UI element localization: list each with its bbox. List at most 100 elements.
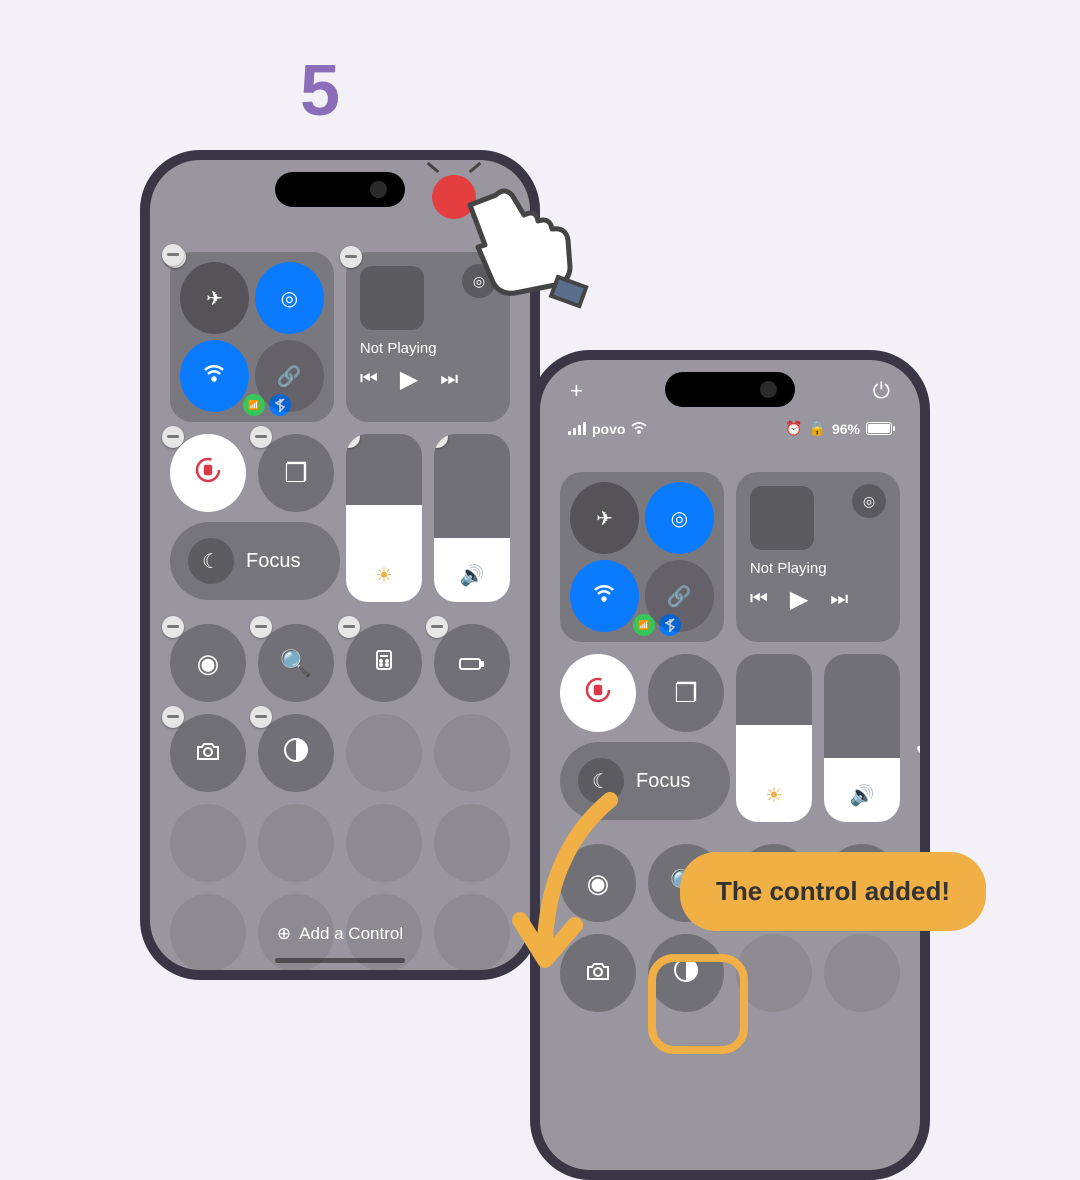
calculator-button[interactable]	[346, 624, 422, 702]
rewind-button[interactable]: ⏮	[750, 588, 768, 611]
album-art-placeholder	[750, 486, 814, 550]
magnifier-button[interactable]: 🔍	[258, 624, 334, 702]
airplane-mode-button[interactable]: ✈	[180, 262, 249, 334]
empty-slot[interactable]	[170, 894, 246, 972]
wifi-icon	[592, 581, 616, 611]
empty-slot[interactable]	[434, 714, 510, 792]
volume-slider[interactable]: 🔊	[824, 654, 900, 822]
screen-mirroring-button[interactable]: ❐	[648, 654, 724, 732]
connectivity-module[interactable]: ✈ ◎ 📶 🔗	[560, 472, 724, 642]
wifi-button[interactable]: 📶	[570, 560, 639, 632]
connectivity-module[interactable]: ✈ ◎ 📶 🔗	[170, 252, 334, 422]
remove-badge[interactable]	[162, 426, 184, 448]
lock-rotation-icon	[192, 454, 224, 493]
airdrop-icon: ◎	[281, 286, 298, 311]
speaker-icon: 🔊	[850, 783, 875, 808]
wifi-button[interactable]: 📶	[180, 340, 249, 412]
callout-bubble: The control added!	[680, 852, 986, 931]
lock-rotation-icon	[582, 674, 614, 713]
remove-badge[interactable]	[250, 706, 272, 728]
magnifier-icon: 🔍	[280, 648, 312, 679]
rewind-button[interactable]: ⏮	[360, 368, 378, 391]
airplane-mode-button[interactable]: ✈	[570, 482, 639, 554]
brightness-slider[interactable]: ☀	[346, 434, 422, 602]
airplay-button[interactable]: ◎	[852, 484, 886, 518]
orientation-lock-button[interactable]	[170, 434, 246, 512]
empty-slot[interactable]	[434, 804, 510, 882]
remove-badge[interactable]	[340, 246, 362, 268]
phone-screenshot-result: + ⏻ povo ⏰ 🔒 96% ♥ ✈	[530, 350, 930, 1180]
status-right: ⏰ 🔒 96%	[785, 420, 892, 437]
wifi-icon	[202, 361, 226, 391]
focus-label: Focus	[636, 770, 690, 793]
callout-text: The control added!	[716, 876, 950, 906]
battery-percent: 96%	[832, 421, 860, 437]
playback-status: Not Playing	[750, 560, 886, 577]
add-button[interactable]: +	[570, 378, 583, 404]
remove-badge[interactable]	[426, 616, 448, 638]
cellular-signal-icon	[568, 422, 586, 435]
remove-badge[interactable]	[250, 616, 272, 638]
dynamic-island	[665, 372, 795, 407]
remove-badge[interactable]	[346, 434, 360, 448]
add-control-button[interactable]: ⊕ Add a Control	[277, 924, 403, 944]
status-left: povo	[568, 420, 647, 437]
record-icon: ◉	[197, 648, 220, 679]
screen-mirror-icon: ❐	[674, 678, 697, 709]
wifi-icon	[631, 421, 647, 437]
remove-badge[interactable]	[434, 434, 448, 448]
empty-slot[interactable]	[824, 934, 900, 1012]
remove-badge[interactable]	[338, 616, 360, 638]
now-playing-module[interactable]: ◎ Not Playing ⏮ ▶ ⏭	[736, 472, 900, 642]
empty-slot[interactable]	[346, 714, 422, 792]
airplane-icon: ✈	[206, 286, 223, 311]
battery-icon	[459, 648, 485, 679]
highlight-box	[648, 954, 748, 1054]
empty-slot[interactable]	[434, 894, 510, 972]
empty-slot[interactable]	[170, 804, 246, 882]
dynamic-island	[275, 172, 405, 207]
play-button[interactable]: ▶	[400, 365, 418, 394]
speaker-icon: 🔊	[460, 563, 485, 588]
empty-slot[interactable]	[258, 804, 334, 882]
calculator-icon	[372, 648, 396, 679]
dark-mode-icon	[283, 737, 309, 770]
low-power-button[interactable]	[434, 624, 510, 702]
airdrop-button[interactable]: ◎	[645, 482, 714, 554]
focus-label: Focus	[246, 550, 300, 573]
airplane-icon: ✈	[596, 506, 613, 531]
hand-cursor-icon	[440, 185, 600, 340]
empty-slot[interactable]	[346, 804, 422, 882]
link-icon-button[interactable]: 🔗	[255, 340, 324, 412]
screen-mirroring-button[interactable]: ❐	[258, 434, 334, 512]
airplay-icon: ◎	[863, 493, 875, 510]
volume-slider[interactable]: 🔊	[434, 434, 510, 602]
orientation-lock-status-icon: 🔒	[809, 420, 826, 437]
home-indicator	[275, 958, 405, 963]
carrier-label: povo	[592, 421, 625, 437]
remove-badge[interactable]	[162, 244, 184, 266]
heart-icon: ♥	[916, 740, 928, 763]
screen-record-button[interactable]: ◉	[170, 624, 246, 702]
focus-button[interactable]: ☾ Focus	[170, 522, 340, 600]
dark-mode-button[interactable]	[258, 714, 334, 792]
play-button[interactable]: ▶	[790, 585, 808, 614]
remove-badge[interactable]	[162, 616, 184, 638]
brightness-slider[interactable]: ☀	[736, 654, 812, 822]
sun-icon: ☀	[375, 563, 393, 588]
step-number-label: 5	[300, 50, 340, 132]
power-button[interactable]: ⏻	[873, 378, 890, 404]
moon-icon: ☾	[202, 549, 220, 574]
arrow-annotation	[500, 790, 640, 995]
airdrop-icon: ◎	[671, 506, 688, 531]
camera-icon	[195, 738, 221, 769]
forward-button[interactable]: ⏭	[830, 588, 848, 611]
forward-button[interactable]: ⏭	[440, 368, 458, 391]
remove-badge[interactable]	[162, 706, 184, 728]
camera-button[interactable]	[170, 714, 246, 792]
remove-badge[interactable]	[250, 426, 272, 448]
screen-mirror-icon: ❐	[284, 458, 307, 489]
link-icon-button[interactable]: 🔗	[645, 560, 714, 632]
orientation-lock-button[interactable]	[560, 654, 636, 732]
airdrop-button[interactable]: ◎	[255, 262, 324, 334]
